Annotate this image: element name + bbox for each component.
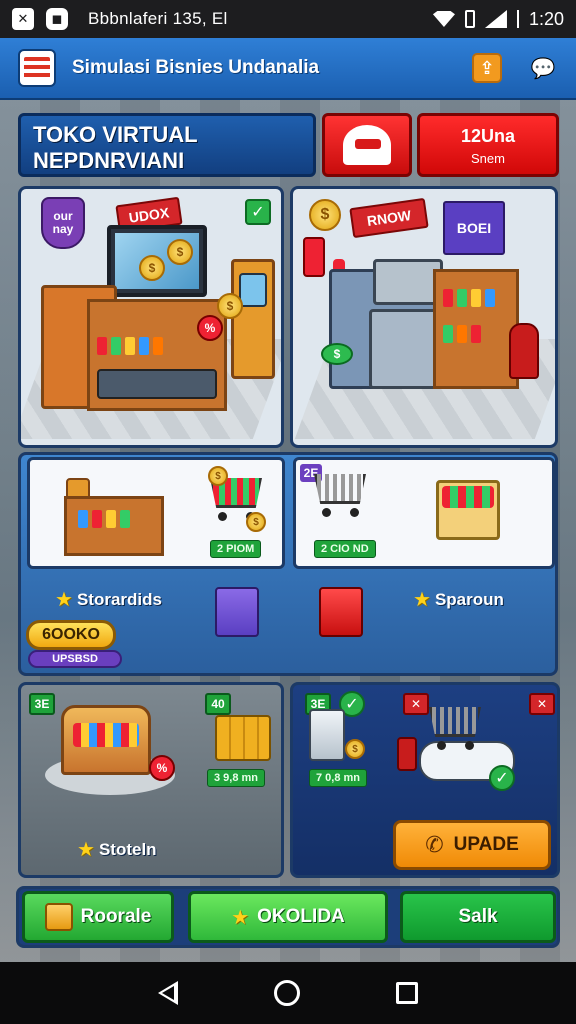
sale-tag-icon: %	[149, 755, 175, 781]
app-header: Simulasi Bisnies Undanalia ⇪ 💬	[0, 38, 576, 100]
coin-icon: $	[246, 512, 266, 532]
banner-line-1: TOKO VIRTUAL	[33, 122, 198, 147]
price-tag: 7 0,8 mn	[309, 769, 368, 787]
storage-title-text: Stoteln	[98, 839, 157, 859]
cart-icon	[429, 707, 485, 753]
coin-icon: $	[309, 199, 341, 231]
close-icon[interactable]: ✕	[403, 693, 429, 715]
red-badge-title: 12Una	[460, 126, 516, 146]
recent-apps-icon[interactable]	[396, 982, 418, 1004]
helmet-icon	[343, 125, 391, 165]
coin-icon: $	[139, 255, 165, 281]
store-flag-icon[interactable]	[18, 49, 56, 87]
app-title: Simulasi Bisnies Undanalia	[72, 57, 320, 78]
offer-button[interactable]: ★ OKOLIDA	[188, 891, 388, 943]
close-app-icon: ✕	[12, 8, 34, 30]
shop-panel-2[interactable]: $ RNOW BOEI $	[290, 186, 558, 448]
gift-box-red[interactable]	[319, 587, 363, 637]
price-tag: 2 PIOM	[210, 540, 262, 558]
coin-balance-button[interactable]: 6OOKO	[26, 620, 116, 650]
storage-label: ★ Storardids	[55, 587, 162, 612]
sale-tag-icon: %	[197, 315, 223, 341]
level-badge: 3E	[29, 693, 55, 715]
signal-icon	[484, 10, 507, 28]
notification-app-icon: ◼	[46, 8, 68, 30]
check-icon: ✓	[489, 765, 515, 791]
fridge	[309, 709, 345, 761]
gift-box-purple[interactable]	[215, 587, 259, 637]
status-bar: ✕ ◼ Bbbnlaferi 135, El 1:20	[0, 0, 576, 38]
offer-button-label: OKOLIDA	[257, 906, 345, 927]
coin-icon: $	[321, 343, 353, 365]
star-icon: ★	[231, 906, 250, 929]
coin-icon: $	[345, 739, 365, 759]
sell-button-label: Salk	[458, 906, 498, 927]
divider	[516, 10, 519, 28]
red-badge-button[interactable]: 12Una Snem	[417, 113, 559, 177]
upgrade-small-button[interactable]: UPSBSD	[28, 650, 122, 668]
shield-logo: our nay	[41, 197, 85, 249]
coin-icon: $	[167, 239, 193, 265]
shop2-sign: RNOW	[349, 197, 429, 239]
price-tag: 2 CIO ND	[314, 540, 376, 558]
price-tag: 3 9,8 mn	[207, 769, 266, 787]
upgrade-button-label: UPADE	[453, 834, 519, 855]
battery-icon	[464, 10, 475, 28]
coin-icon: $	[208, 466, 228, 486]
star-icon: ★	[413, 589, 431, 611]
manage-button-label: Roorale	[80, 906, 152, 927]
product-card-2[interactable]: 2E 2 CIO ND	[293, 457, 555, 569]
box-icon	[44, 903, 73, 931]
star-icon: ★	[77, 839, 95, 861]
shop2-box: BOEI	[443, 201, 505, 255]
navigation-bar	[0, 962, 576, 1024]
clock: 1:20	[528, 8, 564, 29]
close-icon[interactable]: ✕	[529, 693, 555, 715]
crate-stack	[215, 715, 271, 761]
arrow-up-icon[interactable]: ⇪	[472, 53, 502, 83]
coin-icon: $	[217, 293, 243, 319]
storage-panel[interactable]: 3E 40 % 3 9,8 mn ★ Stoteln	[18, 682, 284, 878]
shop-panel-1[interactable]: UDOX our nay ✓ $ $ $ %	[18, 186, 284, 448]
level-badge: 40	[205, 693, 231, 715]
manage-button[interactable]: Roorale	[22, 891, 174, 943]
notification-text: Bbbnlaferi 135, El	[88, 9, 228, 28]
check-icon: ✓	[245, 199, 271, 225]
storage-title: ★ Stoteln	[77, 837, 157, 862]
sell-button[interactable]: Salk	[400, 891, 556, 943]
store-banner: TOKO VIRTUAL NEPDNRVIANI	[18, 113, 316, 177]
red-badge-subtitle: Snem	[471, 151, 505, 166]
helmet-button[interactable]	[322, 113, 412, 177]
phone-icon: ✆	[425, 832, 444, 857]
sponsor-label: ★ Sparoun	[413, 587, 504, 612]
wifi-icon	[432, 11, 455, 27]
star-icon: ★	[55, 589, 73, 611]
back-icon[interactable]	[158, 981, 178, 1005]
chat-icon[interactable]: 💬	[528, 53, 558, 83]
sponsor-label-text: Sparoun	[434, 589, 504, 609]
cart-icon	[314, 474, 370, 520]
home-icon[interactable]	[274, 980, 300, 1006]
storage-label-text: Storardids	[76, 589, 162, 609]
product-card-1[interactable]: $ $ 2 PIOM	[27, 457, 285, 569]
banner-line-2: NEPDNRVIANI	[33, 148, 185, 173]
upgrade-button[interactable]: ✆ UPADE	[393, 820, 551, 870]
